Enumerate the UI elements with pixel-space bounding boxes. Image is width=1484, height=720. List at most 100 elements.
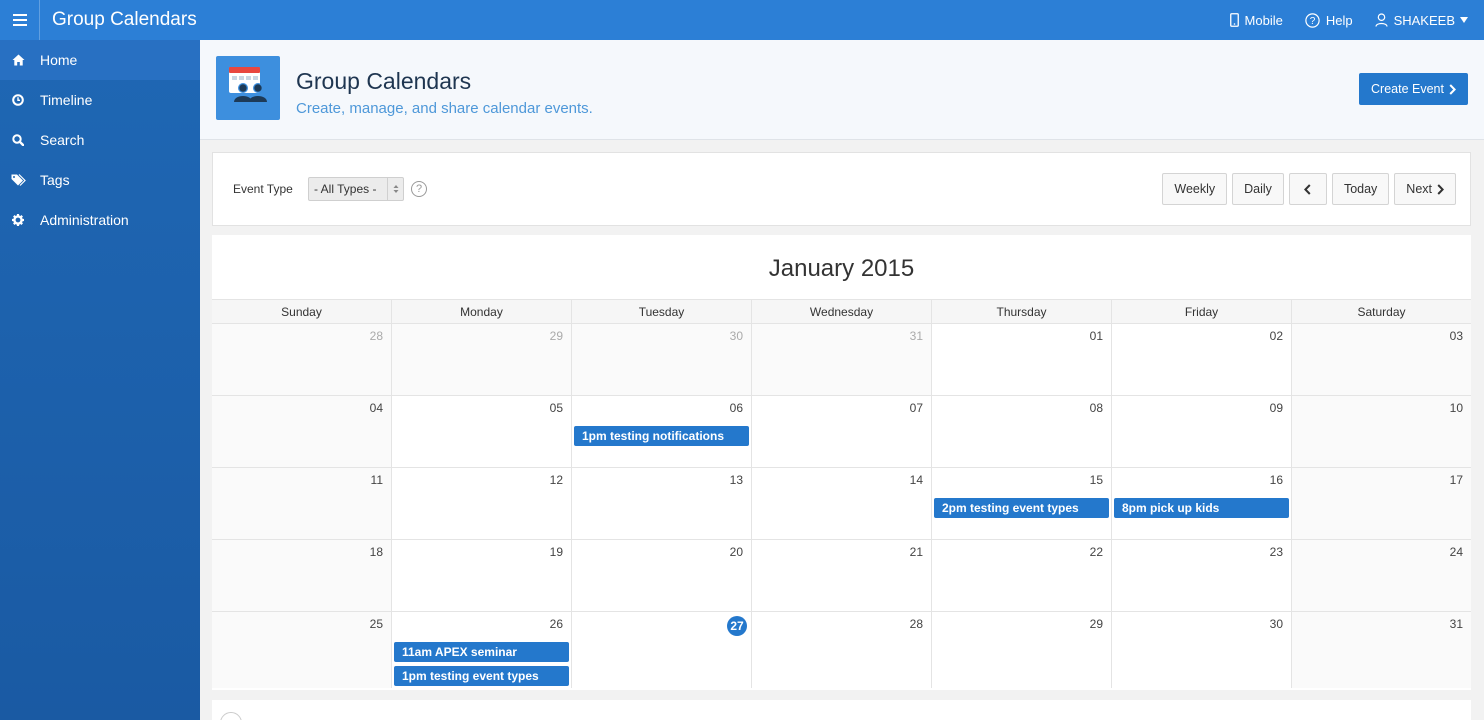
sidebar-item-search[interactable]: Search — [0, 120, 200, 160]
day-cell[interactable]: 25 — [212, 612, 392, 688]
day-number: 13 — [729, 473, 743, 487]
day-cell[interactable]: 02 — [1112, 324, 1292, 395]
today-button[interactable]: Today — [1331, 173, 1390, 205]
day-cell[interactable]: 13 — [572, 468, 752, 539]
day-cell[interactable]: 30 — [1112, 612, 1292, 688]
app-title[interactable]: Group Calendars — [40, 9, 1208, 31]
event-type-select[interactable]: - All Types - — [308, 177, 404, 201]
day-number: 17 — [1449, 473, 1463, 487]
day-number: 25 — [369, 617, 383, 631]
calendar-event[interactable]: 11am APEX seminar — [394, 642, 569, 662]
user-name: SHAKEEB — [1393, 12, 1455, 28]
day-cell[interactable]: 26 11am APEX seminar 1pm testing event t… — [392, 612, 572, 688]
day-cell[interactable]: 18 — [212, 540, 392, 611]
day-number: 19 — [549, 545, 563, 559]
day-cell[interactable]: 24 — [1292, 540, 1471, 611]
day-cell[interactable]: 03 — [1292, 324, 1471, 395]
calendar-event[interactable]: 1pm testing notifications — [574, 426, 749, 446]
day-number: 29 — [549, 329, 563, 343]
search-icon — [0, 134, 36, 146]
day-number: 22 — [1089, 545, 1103, 559]
day-cell[interactable]: 17 — [1292, 468, 1471, 539]
sidebar-item-timeline[interactable]: Timeline — [0, 80, 200, 120]
sidebar-item-home[interactable]: Home — [0, 40, 200, 80]
weekday-header: Friday — [1112, 300, 1292, 323]
day-cell[interactable]: 28 — [212, 324, 392, 395]
day-cell[interactable]: 30 — [572, 324, 752, 395]
day-number: 08 — [1089, 401, 1103, 415]
day-cell[interactable]: 14 — [752, 468, 932, 539]
event-type-value: - All Types - — [314, 182, 377, 196]
help-link[interactable]: ? Help — [1305, 13, 1353, 28]
day-cell[interactable]: 05 — [392, 396, 572, 467]
today-day-number: 27 — [727, 616, 747, 636]
sidebar-item-administration[interactable]: Administration — [0, 200, 200, 240]
day-cell[interactable]: 31 — [1292, 612, 1471, 688]
next-button[interactable]: Next — [1394, 173, 1456, 205]
calendar-event[interactable]: 2pm testing event types — [934, 498, 1109, 518]
day-number: 14 — [909, 473, 923, 487]
day-cell[interactable]: 11 — [212, 468, 392, 539]
month-calendar: January 2015 Sunday Monday Tuesday Wedne… — [212, 235, 1471, 690]
weekday-header: Saturday — [1357, 305, 1406, 319]
day-number: 04 — [369, 401, 383, 415]
day-cell[interactable]: 20 — [572, 540, 752, 611]
calendar-week: 25 26 11am APEX seminar 1pm testing even… — [212, 612, 1471, 688]
calendar-event[interactable]: 1pm testing event types — [394, 666, 569, 686]
weekday-header: Thursday — [932, 300, 1112, 323]
user-menu[interactable]: SHAKEEB — [1374, 12, 1468, 28]
hamburger-icon[interactable] — [0, 0, 40, 40]
sidebar-item-label: Tags — [40, 172, 70, 188]
day-cell[interactable]: 29 — [392, 324, 572, 395]
day-number: 26 — [549, 617, 563, 631]
day-cell[interactable]: 15 2pm testing event types — [932, 468, 1112, 539]
day-cell[interactable]: 04 — [212, 396, 392, 467]
weekly-button[interactable]: Weekly — [1162, 173, 1228, 205]
gear-icon — [0, 214, 36, 226]
svg-text:?: ? — [1310, 16, 1316, 27]
calendar-event[interactable]: 8pm pick up kids — [1114, 498, 1289, 518]
day-number: 29 — [1089, 617, 1103, 631]
day-number: 10 — [1449, 401, 1463, 415]
day-number: 11 — [370, 473, 383, 487]
day-number: 07 — [909, 401, 923, 415]
day-cell[interactable]: 31 — [752, 324, 932, 395]
day-cell[interactable]: 16 8pm pick up kids — [1112, 468, 1292, 539]
help-icon[interactable]: ? — [411, 181, 427, 197]
day-number: 02 — [1269, 329, 1283, 343]
chevron-right-icon — [1437, 183, 1444, 195]
day-number: 24 — [1449, 545, 1463, 559]
day-number: 09 — [1269, 401, 1283, 415]
day-cell[interactable]: 23 — [1112, 540, 1292, 611]
day-cell[interactable]: 07 — [752, 396, 932, 467]
day-cell[interactable]: 21 — [752, 540, 932, 611]
calendar-week: 28 29 30 31 01 02 03 — [212, 324, 1471, 396]
chevron-right-icon — [1449, 83, 1456, 95]
day-cell[interactable]: 01 — [932, 324, 1112, 395]
day-cell[interactable]: 27 — [572, 612, 752, 688]
weekday-header-row: Sunday Monday Tuesday Wednesday Thursday… — [212, 299, 1471, 324]
page-subtitle: Create, manage, and share calendar event… — [296, 100, 593, 117]
day-cell[interactable]: 28 — [752, 612, 932, 688]
day-cell[interactable]: 22 — [932, 540, 1112, 611]
sidebar-item-tags[interactable]: Tags — [0, 160, 200, 200]
chevron-left-icon — [1304, 183, 1311, 195]
mobile-phone-icon — [1229, 13, 1239, 27]
help-circle-icon: ? — [1305, 12, 1320, 28]
create-event-button[interactable]: Create Event — [1359, 73, 1468, 105]
day-cell[interactable]: 06 1pm testing notifications — [572, 396, 752, 467]
previous-button[interactable] — [1288, 173, 1327, 205]
day-cell[interactable]: 12 — [392, 468, 572, 539]
day-cell[interactable]: 10 — [1292, 396, 1471, 467]
day-number: 05 — [549, 401, 563, 415]
clock-icon — [0, 94, 36, 106]
mobile-link[interactable]: Mobile — [1229, 13, 1283, 28]
day-cell[interactable]: 08 — [932, 396, 1112, 467]
daily-button[interactable]: Daily — [1232, 173, 1284, 205]
day-cell[interactable]: 09 — [1112, 396, 1292, 467]
day-cell[interactable]: 19 — [392, 540, 572, 611]
event-type-label: Event Type — [233, 182, 293, 196]
sidebar-item-label: Home — [40, 52, 78, 68]
day-cell[interactable]: 29 — [932, 612, 1112, 688]
day-number: 28 — [909, 617, 923, 631]
